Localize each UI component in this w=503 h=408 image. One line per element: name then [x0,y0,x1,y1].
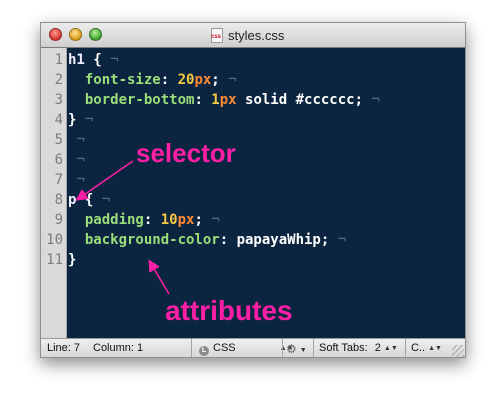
title-bar: css styles.css [41,23,465,48]
file-icon-label: css [211,33,222,40]
column-indicator[interactable]: Column: 1 [93,342,143,354]
code-token: : [143,212,161,228]
line-number: 2 [54,72,63,88]
line-number: 6 [54,152,63,168]
code-line[interactable]: padding: 10px; ¬ [68,210,220,230]
code-line[interactable]: p { ¬ [68,190,110,210]
code-token: px [177,212,195,228]
code-line[interactable]: } [68,250,76,270]
updown-arrows-icon: ▲▼ [428,345,442,352]
attributes-annotation: attributes [165,295,293,326]
invisible-char: ¬ [101,52,119,68]
invisible-char: ¬ [76,112,94,128]
soft-tabs-label: Soft Tabs: [319,342,368,354]
line-number: 3 [54,92,63,108]
line-label: Line: [47,342,71,354]
zoom-button[interactable] [89,28,102,41]
gear-menu[interactable]: ⚙ ▼ [286,342,307,356]
code-token: : [160,72,178,88]
code-token: font-size [84,72,161,88]
column-value: 1 [137,342,144,354]
code-line[interactable]: font-size: 20px; ¬ [68,70,237,90]
line-number: 4 [54,112,63,128]
symbol-value: C.. [411,342,426,354]
bundle-icon: L [199,346,209,356]
resize-grip[interactable] [452,345,464,357]
status-divider [313,339,314,357]
gear-icon: ⚙ [286,342,297,356]
code-token: h1 [68,52,85,68]
code-line[interactable]: } ¬ [68,110,93,130]
code-token: background-color [84,232,220,248]
invisible-char: ¬ [68,172,85,188]
line-number: 9 [54,212,63,228]
line-number-gutter[interactable]: 1 2 3 4 5 6 7 8 9 10 11 [41,48,67,338]
dropdown-arrow-icon: ▼ [299,347,307,354]
code-token: { [84,52,102,68]
updown-arrows-icon: ▲▼ [383,345,398,352]
code-token: solid #cccccc; [236,92,364,108]
code-token: 20 [177,72,195,88]
line-number: 8 [54,192,63,208]
code-token: } [68,252,77,268]
code-token: { [76,192,94,208]
line-number: 7 [54,172,63,188]
code-token: ; [194,212,203,228]
line-number: 11 [46,252,63,268]
code-line[interactable]: ¬ [68,170,85,190]
line-number: 5 [54,132,63,148]
invisible-char: ¬ [68,152,85,168]
code-token: 10 [160,212,178,228]
language-value: CSS [213,342,236,354]
invisible-char: ¬ [329,232,347,248]
line-number: 10 [46,232,63,248]
code-line[interactable]: h1 { ¬ [68,50,119,70]
invisible-char: ¬ [363,92,380,108]
status-divider [405,339,406,357]
css-file-icon: css [211,27,223,43]
code-line[interactable]: background-color: papayaWhip; ¬ [68,230,346,250]
invisible-char: ¬ [219,72,237,88]
code-token: border-bottom [84,92,195,108]
line-number: 1 [54,52,63,68]
language-selector[interactable]: L CSS ▲▼ [199,342,293,356]
invisible-char: ¬ [68,132,85,148]
line-indicator[interactable]: Line: 7 [47,342,80,354]
soft-tabs-selector[interactable]: Soft Tabs: 2 ▲▼ [319,342,398,354]
close-button[interactable] [49,28,62,41]
code-token: padding [84,212,144,228]
invisible-char: ¬ [202,212,220,228]
code-token: px [219,92,237,108]
window-title: css styles.css [211,26,284,44]
code-token: : [194,92,212,108]
code-token: 1 [211,92,220,108]
code-token: ; [211,72,220,88]
symbol-selector[interactable]: C.. ▲▼ [411,342,442,354]
line-value: 7 [73,342,81,354]
status-bar: Line: 7 Column: 1 L CSS ▲▼ ⚙ ▼ Soft Tabs: 2… [41,338,465,357]
minimize-button[interactable] [69,28,82,41]
column-label: Column: [93,342,134,354]
selector-annotation: selector [136,138,236,168]
window-title-text: styles.css [228,27,285,43]
status-divider [282,339,283,357]
code-token: : papayaWhip; [219,232,330,248]
code-line[interactable]: ¬ [68,150,85,170]
code-line[interactable]: border-bottom: 1px solid #cccccc; ¬ [68,90,380,110]
code-line[interactable]: ¬ [68,130,85,150]
invisible-char: ¬ [93,192,111,208]
code-token: px [194,72,212,88]
soft-tabs-value: 2 [374,342,381,354]
status-divider [191,339,192,357]
